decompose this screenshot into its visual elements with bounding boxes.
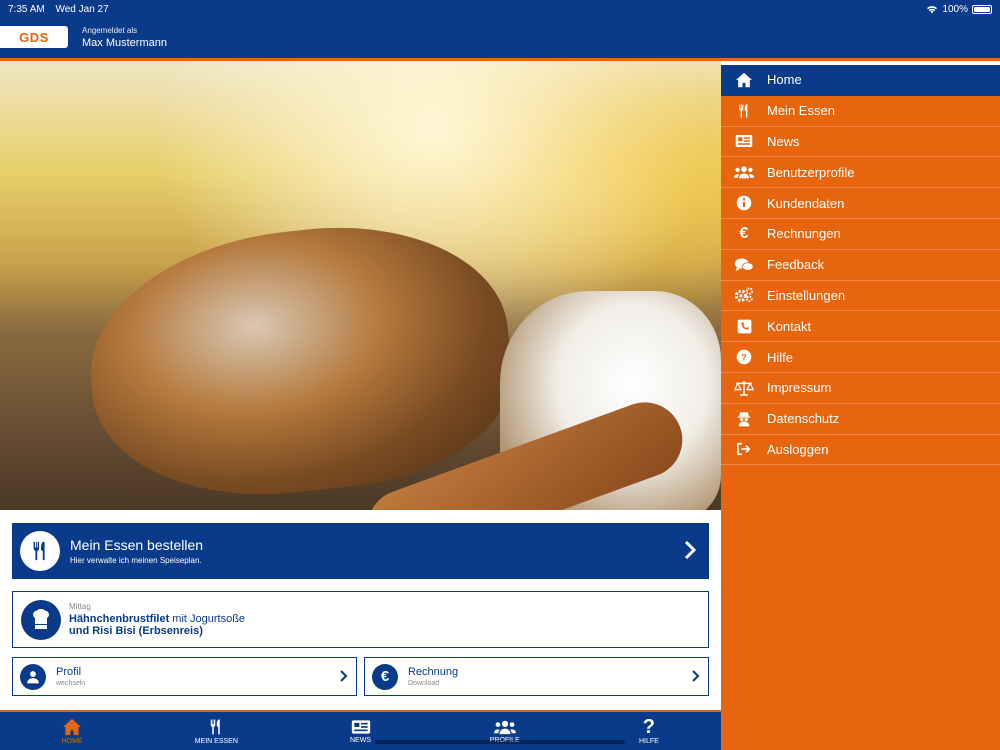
menu-item-label: News	[767, 133, 800, 149]
users-icon	[493, 720, 516, 734]
menu-item-label: Kontakt	[767, 318, 812, 334]
cutlery-icon	[211, 719, 221, 734]
menu-item-kundendaten[interactable]: Kundendaten	[721, 188, 1000, 219]
tab-news[interactable]: NEWS	[288, 712, 432, 750]
meal-dish-main: Hähnchenbrustfilet	[69, 613, 170, 625]
logged-in-user: Angemeldet als Max Mustermann	[82, 26, 167, 49]
invoice-subtitle: Download	[408, 680, 440, 687]
tab-home[interactable]: HOME	[0, 712, 144, 750]
battery-icon	[972, 4, 992, 14]
menu-item-label: Datenschutz	[767, 411, 840, 427]
invoice-title: Rechnung	[408, 666, 459, 678]
question-icon: ?	[721, 349, 767, 365]
info-icon	[721, 195, 767, 211]
hero-image	[0, 61, 721, 576]
gears-icon	[721, 287, 767, 303]
menu-item-label: Home	[767, 72, 802, 88]
bottom-tab-bar: HOME MEIN ESSEN NEWS PROFILE ? HILFE	[0, 710, 721, 750]
user-name: Max Mustermann	[82, 37, 167, 49]
menu-item-label: Kundendaten	[767, 195, 845, 211]
status-date: Wed Jan 27	[55, 3, 109, 15]
privacy-icon	[721, 411, 767, 427]
invoice-download-button[interactable]: € Rechnung Download	[364, 657, 709, 696]
menu-item-benutzerprofile[interactable]: Benutzerprofile	[721, 157, 1000, 189]
battery-percent: 100%	[942, 3, 968, 15]
menu-item-rechnungen[interactable]: € Rechnungen	[721, 219, 1000, 250]
menu-item-mein-essen[interactable]: Mein Essen	[721, 96, 1000, 127]
comments-icon	[721, 257, 767, 273]
menu-item-feedback[interactable]: Feedback	[721, 250, 1000, 281]
euro-icon: €	[372, 663, 398, 690]
profile-subtitle: wechseln	[56, 680, 86, 687]
logout-icon	[721, 442, 767, 456]
menu-item-news[interactable]: News	[721, 127, 1000, 158]
home-indicator[interactable]	[375, 740, 625, 744]
euro-icon: €	[739, 224, 749, 242]
profile-title: Profil	[56, 666, 82, 678]
profile-switch-button[interactable]: Profil wechseln	[12, 657, 357, 696]
menu-item-label: Benutzerprofile	[767, 164, 855, 180]
tab-hilfe[interactable]: ? HILFE	[577, 712, 721, 750]
user-icon	[20, 663, 46, 690]
order-meal-subtitle: Hier verwalte ich meinen Speiseplan.	[70, 556, 202, 565]
phone-icon	[721, 319, 767, 334]
menu-item-label: Feedback	[767, 257, 825, 273]
chevron-right-icon	[691, 669, 700, 683]
home-icon	[63, 718, 82, 735]
dashboard-cards: Mein Essen bestellen Hier verwalte ich m…	[0, 510, 721, 710]
order-meal-title: Mein Essen bestellen	[70, 537, 204, 553]
news-icon	[721, 134, 767, 148]
balance-icon	[721, 380, 767, 396]
order-meal-button[interactable]: Mein Essen bestellen Hier verwalte ich m…	[12, 523, 709, 579]
tab-mein-essen[interactable]: MEIN ESSEN	[144, 712, 288, 750]
menu-item-kontakt[interactable]: Kontakt	[721, 311, 1000, 343]
tab-label: HILFE	[638, 737, 659, 745]
menu-item-label: Ausloggen	[767, 441, 829, 457]
menu-item-home[interactable]: Home	[721, 65, 1000, 96]
menu-item-label: Hilfe	[767, 349, 794, 365]
tab-label: NEWS	[350, 736, 371, 744]
meal-dish-line2: und Risi Bisi (Erbsenreis)	[69, 625, 203, 637]
tab-label: HOME	[61, 737, 83, 745]
bread-illustration	[77, 209, 523, 513]
menu-item-impressum[interactable]: Impressum	[721, 373, 1000, 404]
chevron-right-icon	[339, 669, 348, 683]
svg-text:?: ?	[741, 352, 747, 362]
menu-item-label: Mein Essen	[767, 103, 835, 119]
cutlery-icon	[721, 103, 767, 119]
tab-label: MEIN ESSEN	[194, 737, 238, 745]
question-icon: ?	[642, 715, 656, 738]
wifi-icon	[927, 5, 938, 13]
side-menu: Home Mein Essen News Benutzerprofile Kun…	[721, 0, 1000, 750]
tab-profile[interactable]: PROFILE	[433, 712, 577, 750]
menu-item-hilfe[interactable]: ? Hilfe	[721, 342, 1000, 373]
home-icon	[721, 72, 767, 88]
menu-item-einstellungen[interactable]: Einstellungen	[721, 281, 1000, 312]
cutlery-icon	[20, 531, 60, 571]
news-icon	[351, 719, 370, 734]
menu-item-ausloggen[interactable]: Ausloggen	[721, 435, 1000, 466]
status-time: 7:35 AM	[8, 3, 45, 15]
meal-dish-side: mit Jogurtsoße	[169, 613, 246, 625]
menu-item-label: Impressum	[767, 380, 832, 396]
logged-in-label: Angemeldet als	[82, 26, 138, 35]
users-icon	[721, 165, 767, 179]
menu-item-label: Einstellungen	[767, 287, 846, 303]
chevron-right-icon	[683, 539, 697, 561]
status-bar: 7:35 AM Wed Jan 27 100%	[0, 0, 1000, 18]
menu-item-datenschutz[interactable]: Datenschutz	[721, 404, 1000, 435]
menu-item-label: Rechnungen	[767, 226, 841, 242]
todays-meal-card[interactable]: Mittag Hähnchenbrustfilet mit Jogurtsoße…	[12, 591, 709, 648]
main-content: GDS Angemeldet als Max Mustermann Mein E…	[0, 0, 721, 750]
chef-hat-icon	[21, 599, 61, 640]
meal-time-label: Mittag	[69, 602, 91, 611]
side-menu-list: Home Mein Essen News Benutzerprofile Kun…	[721, 65, 1000, 466]
gds-logo: GDS	[0, 26, 68, 48]
